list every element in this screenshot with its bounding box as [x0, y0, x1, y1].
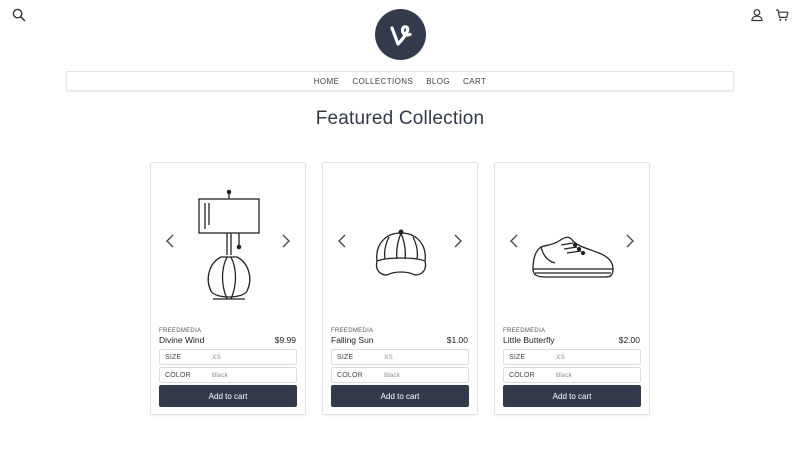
product-name[interactable]: Divine Wind — [159, 335, 204, 345]
vine-logo-icon — [389, 24, 412, 46]
chevron-left-icon[interactable] — [337, 234, 347, 248]
add-to-cart-button[interactable]: Add to cart — [503, 385, 641, 407]
size-select[interactable]: SIZE XS — [503, 349, 641, 365]
vine-logo[interactable] — [375, 9, 426, 60]
color-label: COLOR — [337, 371, 363, 379]
product-card: FREEDMEDIA Divine Wind $9.99 SIZE XS COL… — [150, 162, 306, 415]
color-value: Black — [384, 371, 400, 379]
size-value: XS — [212, 353, 221, 361]
cap-icon[interactable] — [353, 185, 449, 305]
search-icon[interactable] — [12, 8, 26, 22]
color-select[interactable]: COLOR Black — [159, 367, 297, 383]
size-label: SIZE — [337, 353, 354, 361]
product-name[interactable]: Little Butterfly — [503, 335, 555, 345]
chevron-right-icon[interactable] — [281, 234, 291, 248]
cart-icon[interactable] — [775, 8, 789, 22]
product-vendor: FREEDMEDIA — [503, 328, 546, 334]
color-label: COLOR — [165, 371, 191, 379]
nav-collections[interactable]: COLLECTIONS — [352, 77, 413, 86]
add-to-cart-button[interactable]: Add to cart — [331, 385, 469, 407]
size-select[interactable]: SIZE XS — [159, 349, 297, 365]
color-value: Black — [212, 371, 228, 379]
chevron-right-icon[interactable] — [625, 234, 635, 248]
product-name[interactable]: Falling Sun — [331, 335, 374, 345]
add-to-cart-button[interactable]: Add to cart — [159, 385, 297, 407]
nav-home[interactable]: HOME — [314, 77, 340, 86]
product-price: $2.00 — [618, 335, 640, 345]
lamp-icon[interactable] — [181, 185, 277, 305]
color-label: COLOR — [509, 371, 535, 379]
size-label: SIZE — [165, 353, 182, 361]
color-select[interactable]: COLOR Black — [331, 367, 469, 383]
color-select[interactable]: COLOR Black — [503, 367, 641, 383]
chevron-left-icon[interactable] — [165, 234, 175, 248]
size-value: XS — [556, 353, 565, 361]
size-value: XS — [384, 353, 393, 361]
color-value: Black — [556, 371, 572, 379]
main-nav: HOME COLLECTIONS BLOG CART — [66, 71, 734, 91]
size-label: SIZE — [509, 353, 526, 361]
nav-cart[interactable]: CART — [463, 77, 486, 86]
nav-blog[interactable]: BLOG — [426, 77, 450, 86]
product-price: $9.99 — [274, 335, 296, 345]
chevron-right-icon[interactable] — [453, 234, 463, 248]
size-select[interactable]: SIZE XS — [331, 349, 469, 365]
chevron-left-icon[interactable] — [509, 234, 519, 248]
product-vendor: FREEDMEDIA — [159, 328, 202, 334]
product-price: $1.00 — [446, 335, 468, 345]
product-card: FREEDMEDIA Falling Sun $1.00 SIZE XS COL… — [322, 162, 478, 415]
sneaker-icon[interactable] — [525, 185, 621, 305]
product-vendor: FREEDMEDIA — [331, 328, 374, 334]
product-card: FREEDMEDIA Little Butterfly $2.00 SIZE X… — [494, 162, 650, 415]
user-icon[interactable] — [750, 8, 764, 22]
section-title: Featured Collection — [315, 108, 485, 129]
